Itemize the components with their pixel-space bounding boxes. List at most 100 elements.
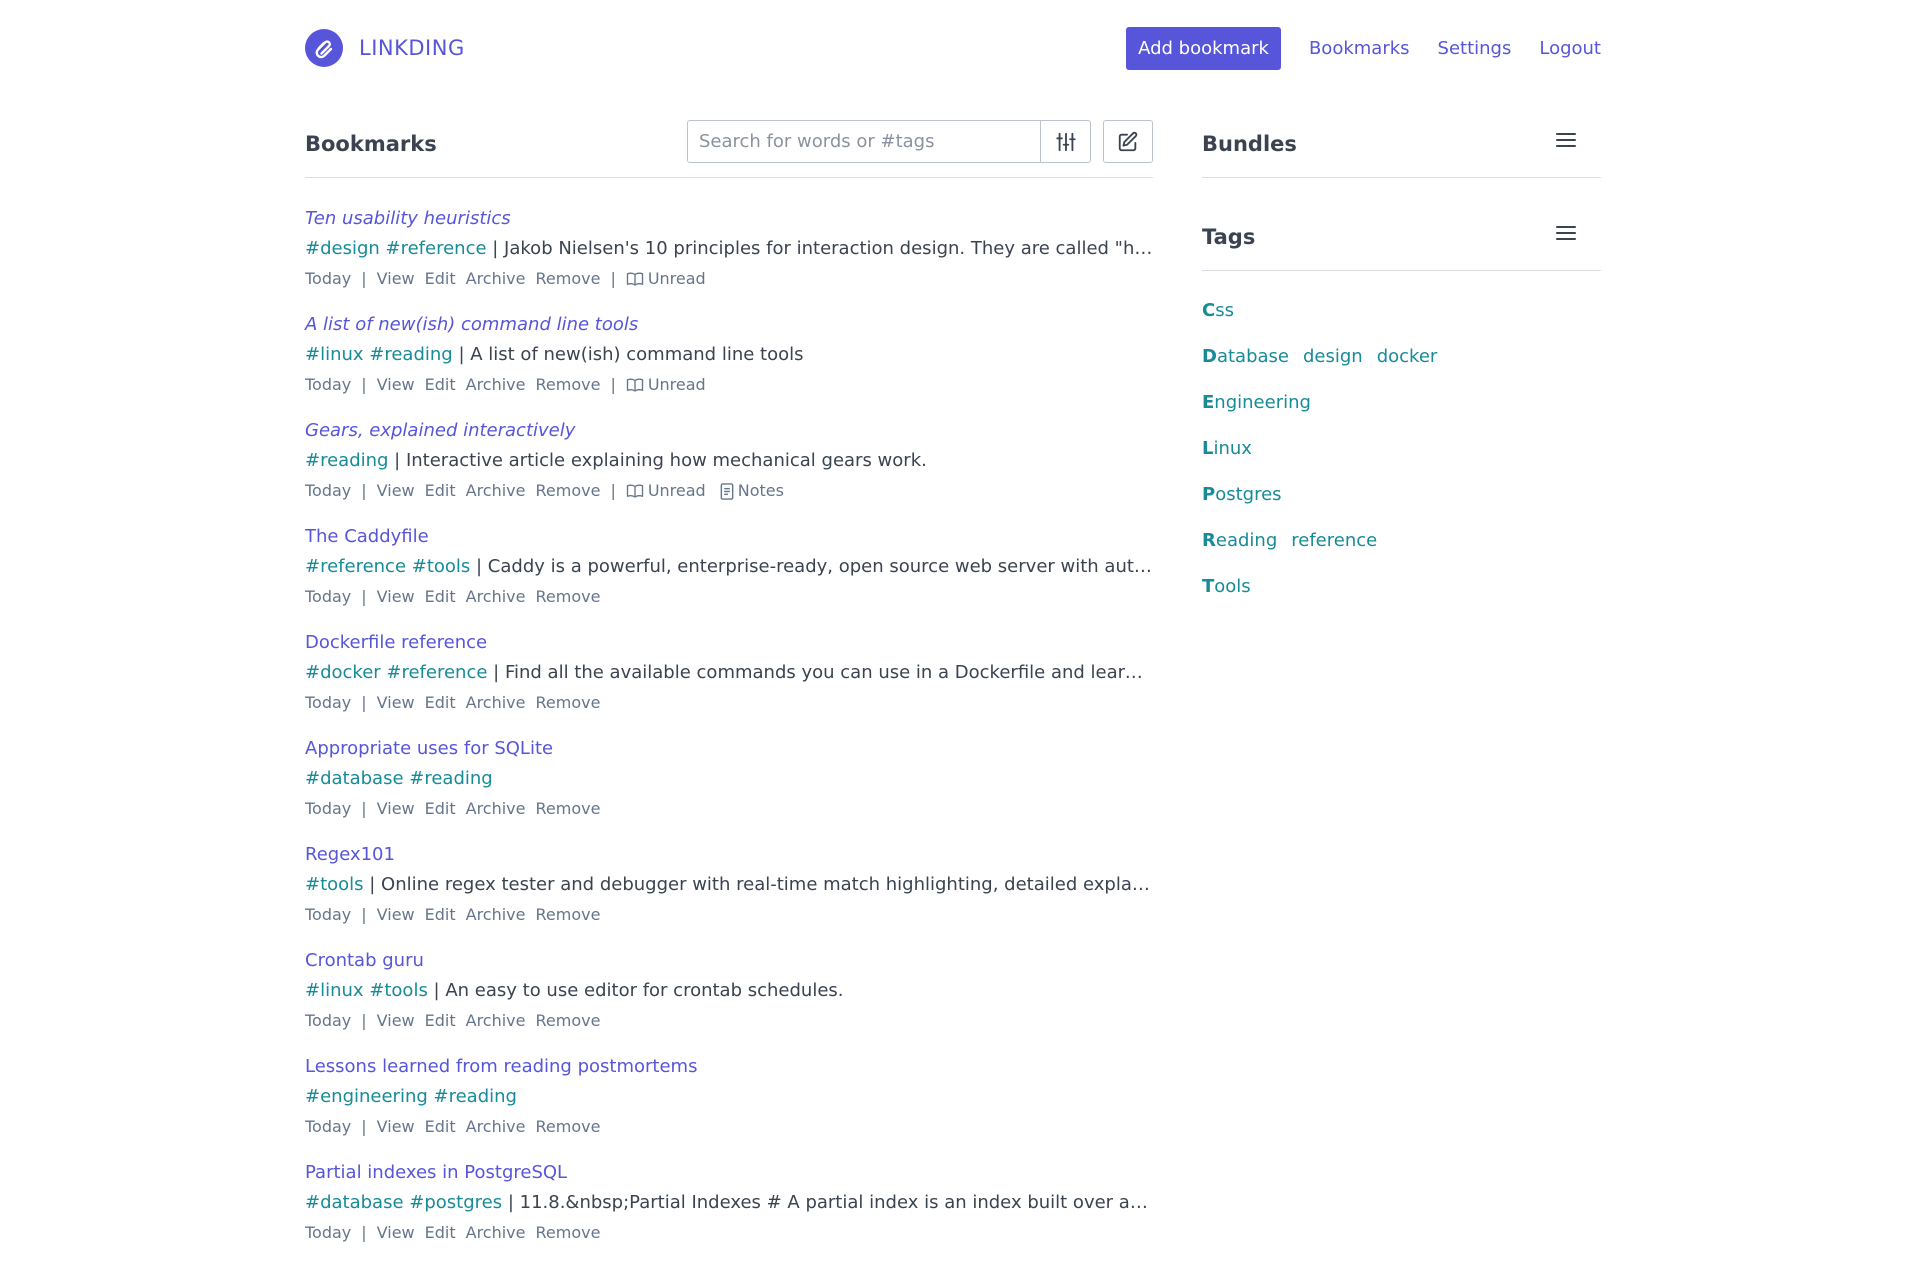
view-link[interactable]: View bbox=[377, 794, 415, 824]
edit-link[interactable]: Edit bbox=[425, 1112, 456, 1142]
unread-toggle[interactable]: Unread bbox=[626, 264, 706, 294]
edit-link[interactable]: Edit bbox=[425, 688, 456, 718]
bookmark-date[interactable]: Today bbox=[305, 900, 351, 930]
bookmark-tags[interactable]: #reading bbox=[305, 450, 388, 471]
remove-link[interactable]: Remove bbox=[536, 582, 601, 612]
bookmark-title-link[interactable]: Lessons learned from reading postmortems bbox=[305, 1052, 1153, 1082]
bookmark-tags[interactable]: #tools bbox=[305, 874, 364, 895]
remove-link[interactable]: Remove bbox=[536, 370, 601, 400]
remove-link[interactable]: Remove bbox=[536, 794, 601, 824]
remove-link[interactable]: Remove bbox=[536, 900, 601, 930]
tags-menu-icon[interactable] bbox=[1556, 223, 1576, 243]
bookmark-tags[interactable]: #database #reading bbox=[305, 768, 493, 789]
separator: | bbox=[361, 481, 367, 500]
bookmark-title-link[interactable]: A list of new(ish) command line tools bbox=[305, 310, 1153, 340]
edit-link[interactable]: Edit bbox=[425, 1218, 456, 1248]
bookmark-tags[interactable]: #design #reference bbox=[305, 238, 487, 259]
remove-link[interactable]: Remove bbox=[536, 476, 601, 506]
unread-toggle[interactable]: Unread bbox=[626, 476, 706, 506]
view-link[interactable]: View bbox=[377, 1006, 415, 1036]
bookmark-date[interactable]: Today bbox=[305, 476, 351, 506]
add-bookmark-button[interactable]: Add bookmark bbox=[1126, 27, 1281, 70]
bookmark-tags[interactable]: #docker #reference bbox=[305, 662, 487, 683]
tag-link[interactable]: Reading bbox=[1202, 530, 1277, 551]
tag-link[interactable]: docker bbox=[1377, 346, 1438, 367]
bookmark-date[interactable]: Today bbox=[305, 794, 351, 824]
nav-settings-link[interactable]: Settings bbox=[1438, 38, 1512, 59]
edit-link[interactable]: Edit bbox=[425, 794, 456, 824]
archive-link[interactable]: Archive bbox=[466, 264, 526, 294]
tag-link[interactable]: reference bbox=[1291, 530, 1377, 551]
edit-link[interactable]: Edit bbox=[425, 370, 456, 400]
edit-link[interactable]: Edit bbox=[425, 1006, 456, 1036]
bookmark-item: Regex101 #tools | Online regex tester and… bbox=[305, 840, 1153, 946]
archive-link[interactable]: Archive bbox=[466, 582, 526, 612]
remove-link[interactable]: Remove bbox=[536, 1218, 601, 1248]
nav-logout-link[interactable]: Logout bbox=[1539, 38, 1601, 59]
archive-link[interactable]: Archive bbox=[466, 1006, 526, 1036]
view-link[interactable]: View bbox=[377, 264, 415, 294]
tag-link[interactable]: Css bbox=[1202, 300, 1234, 321]
remove-link[interactable]: Remove bbox=[536, 1006, 601, 1036]
bookmark-date[interactable]: Today bbox=[305, 1218, 351, 1248]
view-link[interactable]: View bbox=[377, 582, 415, 612]
view-link[interactable]: View bbox=[377, 370, 415, 400]
bookmark-tags[interactable]: #linux #tools bbox=[305, 980, 428, 1001]
bookmark-date[interactable]: Today bbox=[305, 264, 351, 294]
archive-link[interactable]: Archive bbox=[466, 900, 526, 930]
bookmark-date[interactable]: Today bbox=[305, 1006, 351, 1036]
note-icon bbox=[720, 482, 738, 500]
bookmark-title-link[interactable]: Appropriate uses for SQLite bbox=[305, 734, 1153, 764]
logo-link[interactable]: LINKDING bbox=[305, 29, 465, 67]
tag-link[interactable]: Database bbox=[1202, 346, 1289, 367]
bookmark-tags[interactable]: #linux #reading bbox=[305, 344, 453, 365]
search-options-button[interactable] bbox=[1040, 121, 1090, 162]
view-link[interactable]: View bbox=[377, 1112, 415, 1142]
bookmark-title-link[interactable]: Crontab guru bbox=[305, 946, 1153, 976]
view-link[interactable]: View bbox=[377, 900, 415, 930]
tag-link[interactable]: Postgres bbox=[1202, 484, 1282, 505]
bookmark-title-link[interactable]: The Caddyfile bbox=[305, 522, 1153, 552]
view-link[interactable]: View bbox=[377, 476, 415, 506]
view-link[interactable]: View bbox=[377, 1218, 415, 1248]
edit-link[interactable]: Edit bbox=[425, 582, 456, 612]
archive-link[interactable]: Archive bbox=[466, 1112, 526, 1142]
tag-link[interactable]: design bbox=[1303, 346, 1363, 367]
tag-link[interactable]: Engineering bbox=[1202, 392, 1311, 413]
edit-link[interactable]: Edit bbox=[425, 900, 456, 930]
bookmark-tags[interactable]: #database #postgres bbox=[305, 1192, 502, 1213]
archive-link[interactable]: Archive bbox=[466, 476, 526, 506]
search-input[interactable] bbox=[688, 121, 1040, 162]
archive-link[interactable]: Archive bbox=[466, 1218, 526, 1248]
unread-toggle[interactable]: Unread bbox=[626, 370, 706, 400]
bookmark-title-link[interactable]: Gears, explained interactively bbox=[305, 416, 1153, 446]
notes-toggle[interactable]: Notes bbox=[720, 476, 784, 506]
bookmark-date[interactable]: Today bbox=[305, 688, 351, 718]
bookmark-tags[interactable]: #reference #tools bbox=[305, 556, 470, 577]
tag-link[interactable]: Linux bbox=[1202, 438, 1252, 459]
edit-link[interactable]: Edit bbox=[425, 476, 456, 506]
bundles-menu-icon[interactable] bbox=[1556, 130, 1576, 150]
archive-link[interactable]: Archive bbox=[466, 688, 526, 718]
edit-link[interactable]: Edit bbox=[425, 264, 456, 294]
bulk-edit-button[interactable] bbox=[1103, 120, 1153, 163]
archive-link[interactable]: Archive bbox=[466, 794, 526, 824]
tag-group: Css bbox=[1202, 299, 1601, 345]
bookmark-title-link[interactable]: Partial indexes in PostgreSQL bbox=[305, 1158, 1153, 1188]
unread-label: Unread bbox=[647, 375, 706, 394]
bookmark-title-link[interactable]: Dockerfile reference bbox=[305, 628, 1153, 658]
bookmark-actions: Today | View Edit Archive Remove | Unread bbox=[305, 370, 1153, 400]
archive-link[interactable]: Archive bbox=[466, 370, 526, 400]
tag-link[interactable]: Tools bbox=[1202, 576, 1251, 597]
remove-link[interactable]: Remove bbox=[536, 1112, 601, 1142]
remove-link[interactable]: Remove bbox=[536, 264, 601, 294]
nav-bookmarks-link[interactable]: Bookmarks bbox=[1309, 38, 1410, 59]
bookmark-date[interactable]: Today bbox=[305, 1112, 351, 1142]
bookmark-title-link[interactable]: Regex101 bbox=[305, 840, 1153, 870]
bookmark-title-link[interactable]: Ten usability heuristics bbox=[305, 204, 1153, 234]
remove-link[interactable]: Remove bbox=[536, 688, 601, 718]
view-link[interactable]: View bbox=[377, 688, 415, 718]
bookmark-tags[interactable]: #engineering #reading bbox=[305, 1086, 517, 1107]
bookmark-date[interactable]: Today bbox=[305, 370, 351, 400]
bookmark-date[interactable]: Today bbox=[305, 582, 351, 612]
